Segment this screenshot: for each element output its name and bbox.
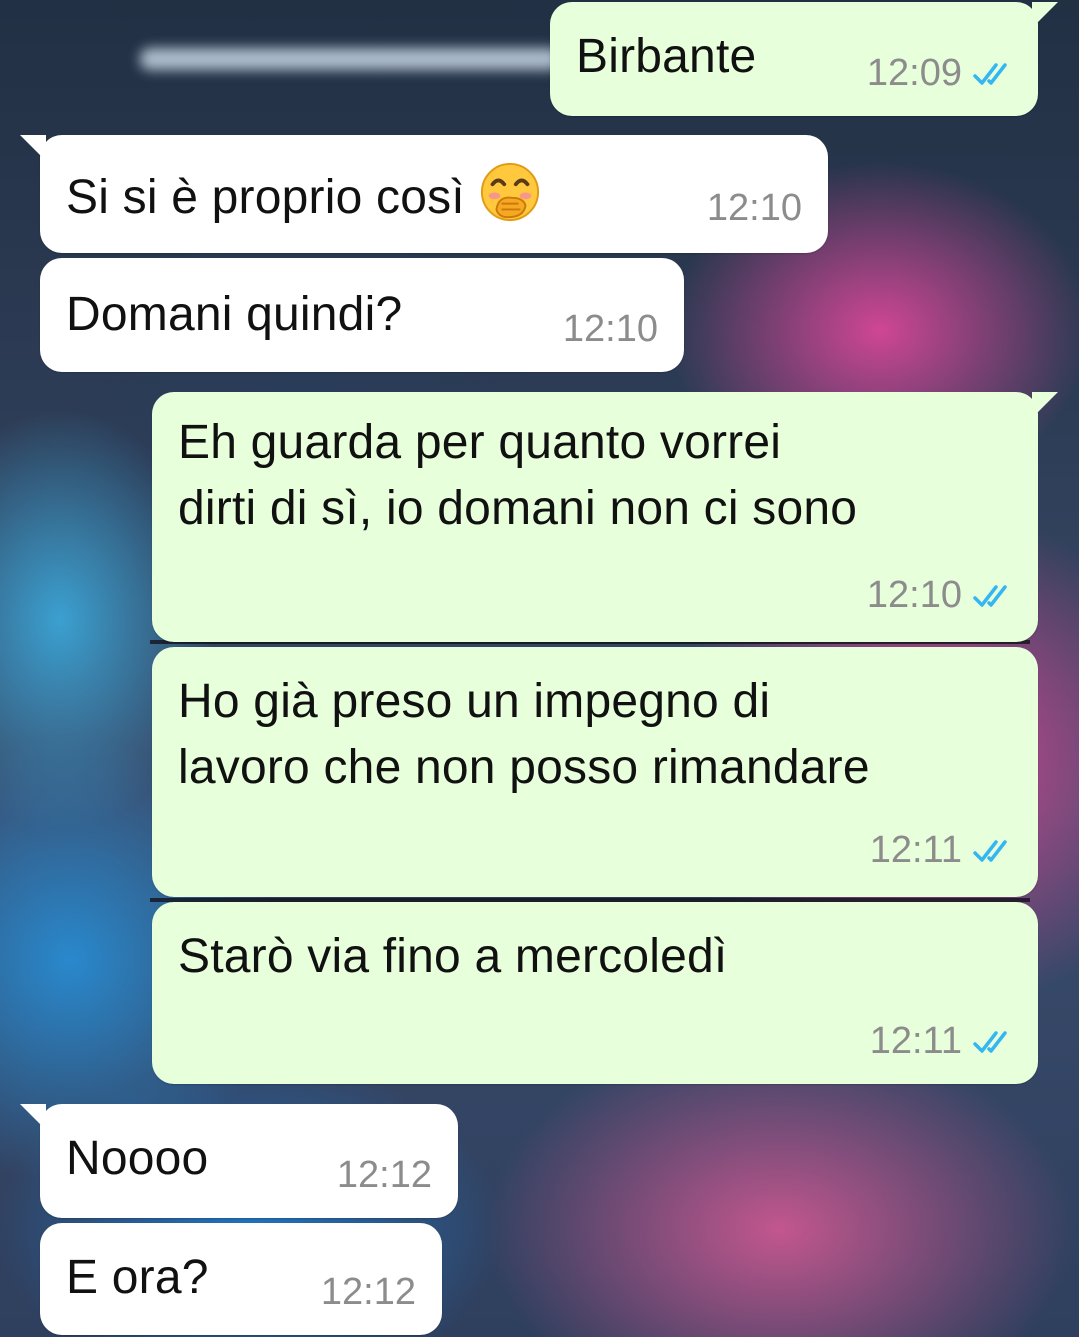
message-meta: 12:11 — [870, 829, 1016, 872]
message-bubble-incoming[interactable]: Domani quindi? 12:10 — [40, 258, 684, 372]
message-text: Noooo — [66, 1132, 209, 1185]
double-check-icon — [973, 839, 1007, 862]
message-text-line: dirti di sì, io domani non ci sono — [178, 482, 858, 535]
message-time: 12:12 — [320, 1271, 416, 1313]
message-meta: 12:10 — [867, 574, 1016, 617]
message-time: 12:10 — [706, 187, 802, 229]
message-bubble-outgoing[interactable]: Birbante 12:09 — [550, 2, 1058, 116]
message-text-content: Si si è proprio così — [66, 171, 465, 224]
message-meta: 12:12 — [337, 1154, 432, 1197]
message-meta: 12:11 — [870, 1020, 1016, 1063]
message-meta: 12:10 — [707, 187, 802, 230]
message-meta: 12:10 — [563, 308, 658, 351]
double-check-icon — [973, 1030, 1007, 1053]
double-check-icon — [973, 62, 1007, 85]
message-bubble-outgoing[interactable]: Eh guarda per quanto vorrei dirti di sì,… — [152, 392, 1058, 642]
face-with-hand-over-mouth-icon — [480, 162, 539, 222]
message-meta: 12:12 — [321, 1271, 416, 1314]
message-bubble-incoming[interactable]: E ora? 12:12 — [40, 1223, 442, 1335]
message-text: Domani quindi? — [66, 288, 403, 341]
message-time: 12:12 — [336, 1154, 432, 1196]
message-text: Si si è proprio così — [66, 161, 541, 231]
message-bubble-outgoing[interactable]: Starò via fino a mercoledì 12:11 — [152, 902, 1038, 1084]
message-time: 12:10 — [866, 574, 962, 616]
message-time: 12:11 — [869, 829, 962, 871]
message-time: 12:09 — [866, 52, 962, 94]
message-text: E ora? — [66, 1251, 209, 1304]
message-text: Starò via fino a mercoledì — [178, 930, 728, 983]
message-meta: 12:09 — [867, 52, 1016, 95]
message-text-line: Eh guarda per quanto vorrei — [178, 416, 782, 469]
message-bubble-incoming[interactable]: Noooo 12:12 — [20, 1104, 458, 1218]
message-text: Birbante — [576, 30, 757, 83]
message-time: 12:11 — [869, 1020, 962, 1062]
message-bubble-outgoing[interactable]: Ho già preso un impegno di lavoro che no… — [152, 647, 1038, 897]
message-text-line: lavoro che non posso rimandare — [178, 741, 870, 794]
message-text-line: Ho già preso un impegno di — [178, 675, 771, 728]
chat-thread[interactable]: Birbante 12:09 Si si è proprio così 12:1… — [0, 0, 1079, 1337]
message-time: 12:10 — [562, 308, 658, 350]
message-bubble-incoming[interactable]: Si si è proprio così 12:10 — [20, 135, 828, 253]
double-check-icon — [973, 584, 1007, 607]
